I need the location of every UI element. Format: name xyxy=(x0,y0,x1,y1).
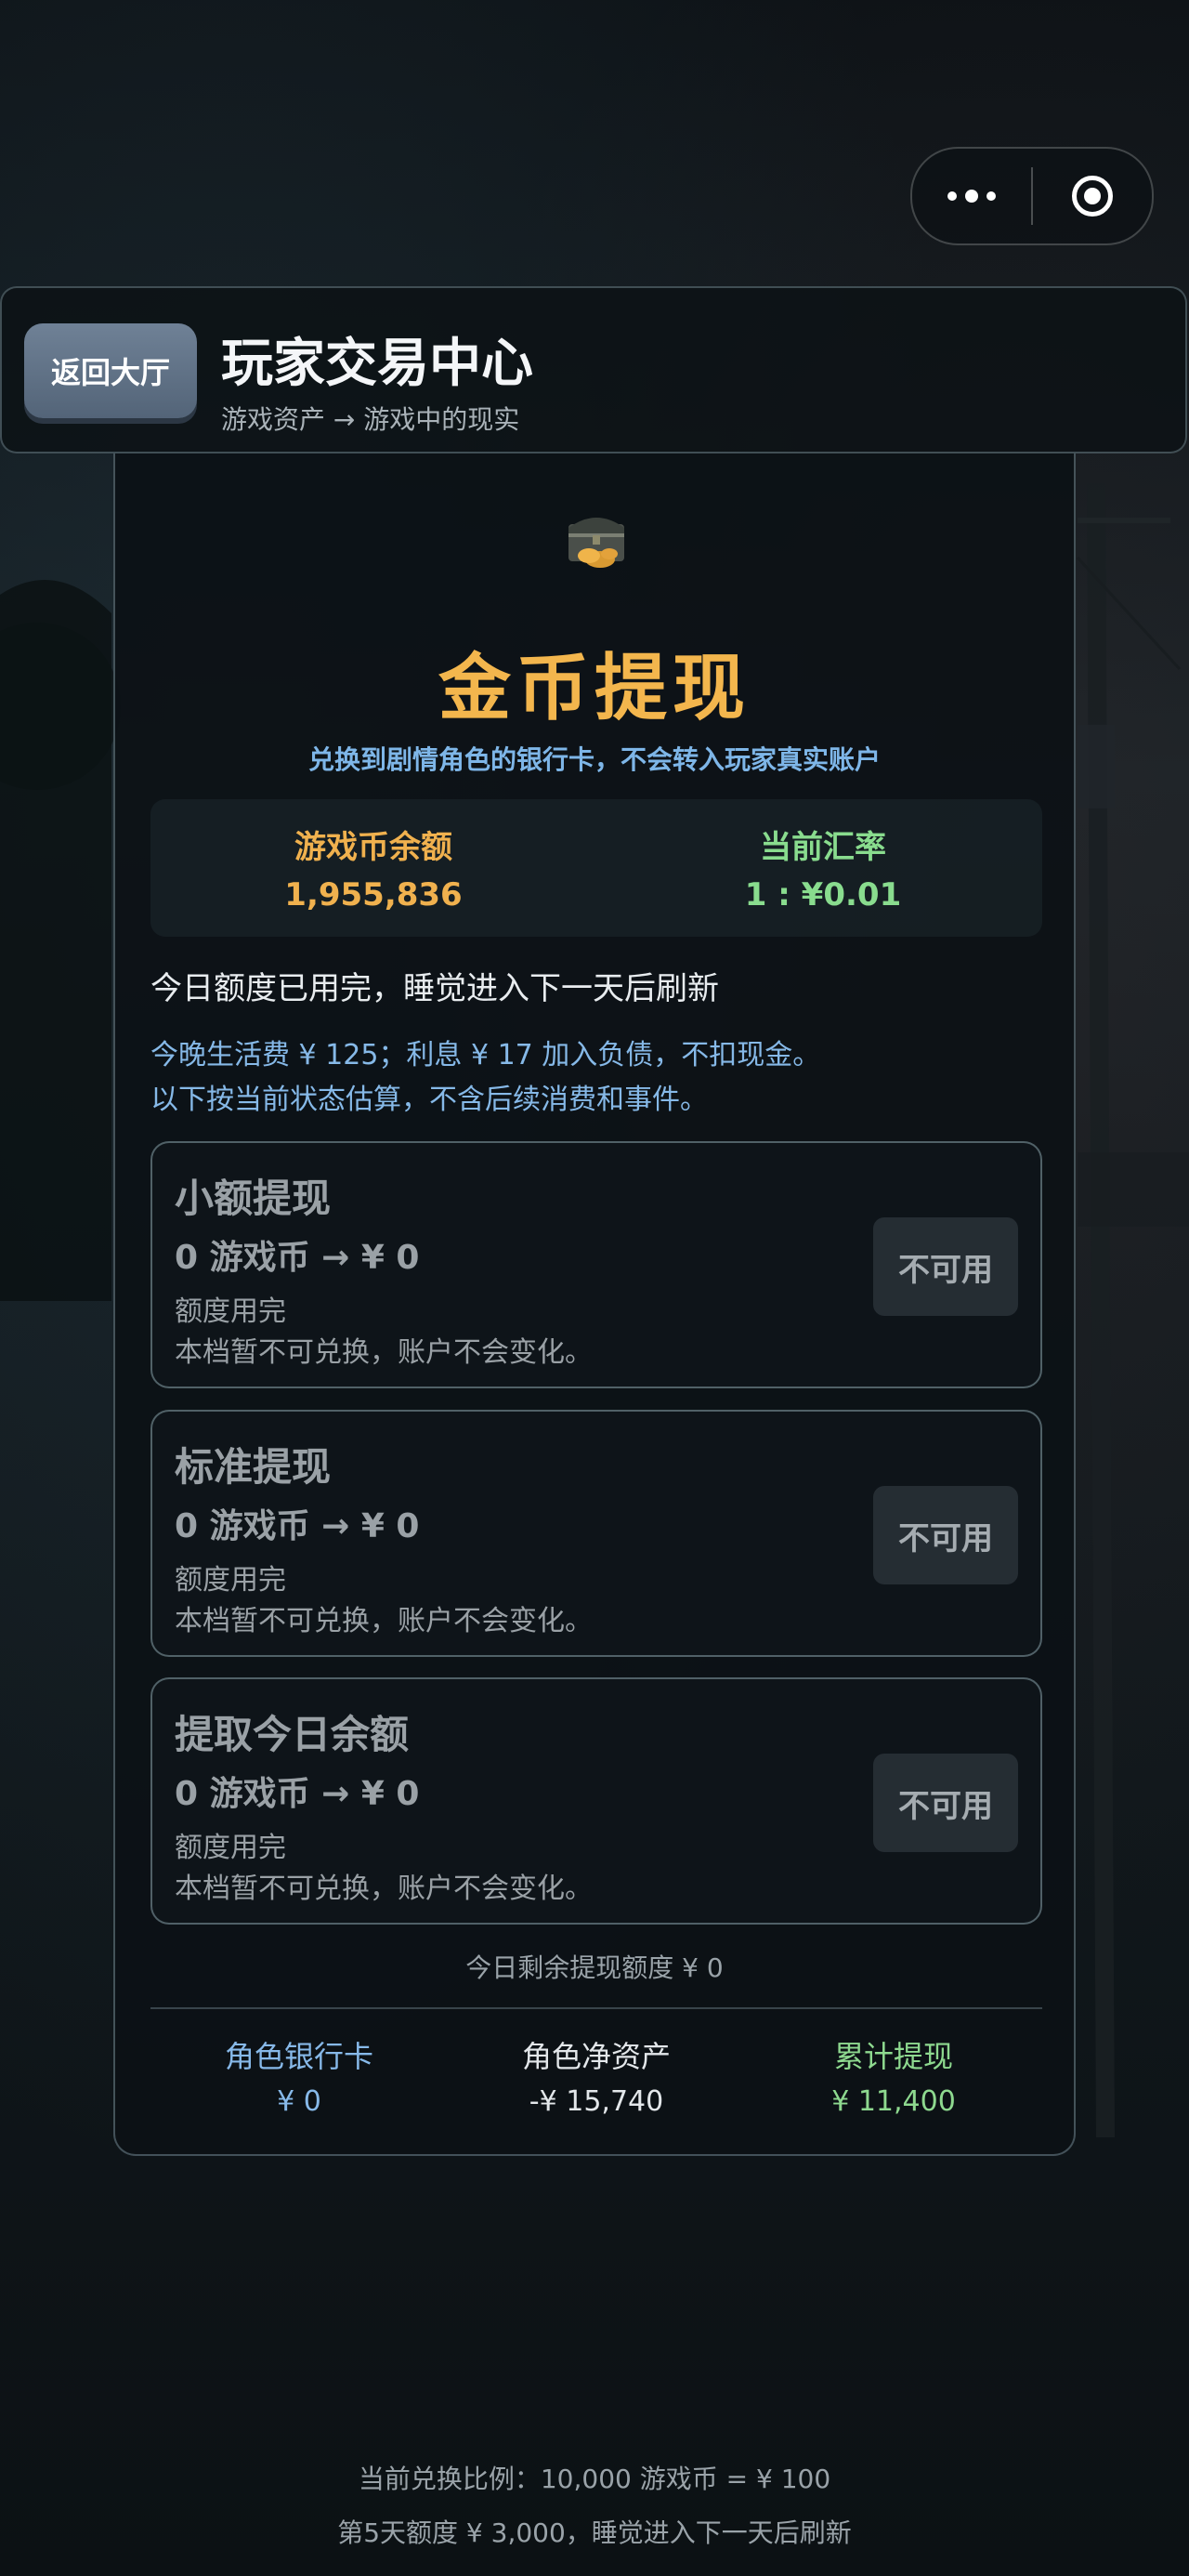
remaining-quota: 今日剩余提现额度 ¥ 0 xyxy=(465,1952,724,1983)
cost-info: 今晚生活费 ¥ 125；利息 ¥ 17 加入负债，不扣现金。 以下按当前状态估算… xyxy=(150,1033,820,1123)
net-assets-summary: 角色净资产 -¥ 15,740 xyxy=(448,2033,745,2118)
page-subtitle: 游戏资产 → 游戏中的现实 xyxy=(221,404,520,435)
more-dots-icon xyxy=(947,190,996,203)
top-header: 返回大厅 玩家交易中心 游戏资产 → 游戏中的现实 xyxy=(0,286,1187,453)
quota-notice: 今日额度已用完，睡觉进入下一天后刷新 xyxy=(150,970,719,1007)
option-small-withdraw: 小额提现 0 游戏币 → ¥ 0 额度用完 本档暂不可兑换，账户不会变化。 不可… xyxy=(150,1141,1042,1388)
balance-panel: 游戏币余额 1,955,836 当前汇率 1 : ¥0.01 xyxy=(150,799,1042,937)
option-description: 本档暂不可兑换，账户不会变化。 xyxy=(175,1605,593,1637)
net-assets-label: 角色净资产 xyxy=(521,2039,671,2074)
withdraw-card: 金币提现 兑换到剧情角色的银行卡，不会转入玩家真实账户 游戏币余额 1,955,… xyxy=(113,453,1076,2156)
withdraw-subtitle: 兑换到剧情角色的银行卡，不会转入玩家真实账户 xyxy=(307,744,881,775)
bank-card-summary: 角色银行卡 ¥ 0 xyxy=(150,2033,448,2118)
option-name: 小额提现 xyxy=(175,1176,332,1221)
withdraw-title: 金币提现 xyxy=(438,647,751,730)
unavailable-button[interactable]: 不可用 xyxy=(873,1486,1018,1584)
option-description: 本档暂不可兑换，账户不会变化。 xyxy=(175,1873,593,1905)
cost-info-line-1: 今晚生活费 ¥ 125；利息 ¥ 17 加入负债，不扣现金。 xyxy=(150,1039,821,1071)
option-name: 标准提现 xyxy=(175,1444,332,1490)
summary-divider xyxy=(150,2007,1042,2009)
more-button[interactable] xyxy=(912,149,1031,243)
option-standard-withdraw: 标准提现 0 游戏币 → ¥ 0 额度用完 本档暂不可兑换，账户不会变化。 不可… xyxy=(150,1410,1042,1657)
option-conversion: 0 游戏币 → ¥ 0 xyxy=(175,1507,420,1545)
coin-balance-value: 1,955,836 xyxy=(284,876,463,913)
option-withdraw-remaining: 提取今日余额 0 游戏币 → ¥ 0 额度用完 本档暂不可兑换，账户不会变化。 … xyxy=(150,1677,1042,1925)
option-conversion: 0 游戏币 → ¥ 0 xyxy=(175,1775,420,1813)
option-conversion: 0 游戏币 → ¥ 0 xyxy=(175,1239,420,1277)
bank-card-value: ¥ 0 xyxy=(277,2085,321,2118)
unavailable-button[interactable]: 不可用 xyxy=(873,1217,1018,1316)
exchange-rate-value: 1 : ¥0.01 xyxy=(744,876,902,913)
exchange-rate: 当前汇率 1 : ¥0.01 xyxy=(684,821,962,913)
coin-balance-label: 游戏币余额 xyxy=(294,829,452,866)
total-withdrawn-summary: 累计提现 ¥ 11,400 xyxy=(745,2033,1042,2118)
target-close-icon xyxy=(1072,176,1113,217)
unavailable-button[interactable]: 不可用 xyxy=(873,1754,1018,1852)
option-status: 额度用完 xyxy=(175,1295,286,1328)
bank-card-label: 角色银行卡 xyxy=(224,2039,373,2074)
coin-balance: 游戏币余额 1,955,836 xyxy=(234,821,513,913)
miniapp-capsule xyxy=(910,147,1154,245)
back-to-lobby-button[interactable]: 返回大厅 xyxy=(24,323,197,418)
option-name: 提取今日余额 xyxy=(175,1712,410,1757)
page-title: 玩家交易中心 xyxy=(221,334,533,394)
exchange-rate-label: 当前汇率 xyxy=(760,829,886,866)
option-description: 本档暂不可兑换，账户不会变化。 xyxy=(175,1336,593,1369)
option-status: 额度用完 xyxy=(175,1832,286,1864)
net-assets-value: -¥ 15,740 xyxy=(529,2085,664,2118)
total-withdrawn-value: ¥ 11,400 xyxy=(831,2085,956,2118)
daily-quota-text: 第5天额度 ¥ 3,000，睡觉进入下一天后刷新 xyxy=(337,2517,852,2548)
option-status: 额度用完 xyxy=(175,1564,286,1597)
close-miniapp-button[interactable] xyxy=(1033,149,1152,243)
cost-info-line-2: 以下按当前状态估算，不含后续消费和事件。 xyxy=(150,1084,708,1116)
exchange-ratio-text: 当前兑换比例：10,000 游戏币 = ¥ 100 xyxy=(358,2464,831,2494)
treasure-chest-icon xyxy=(568,518,624,568)
total-withdrawn-label: 累计提现 xyxy=(833,2039,953,2074)
